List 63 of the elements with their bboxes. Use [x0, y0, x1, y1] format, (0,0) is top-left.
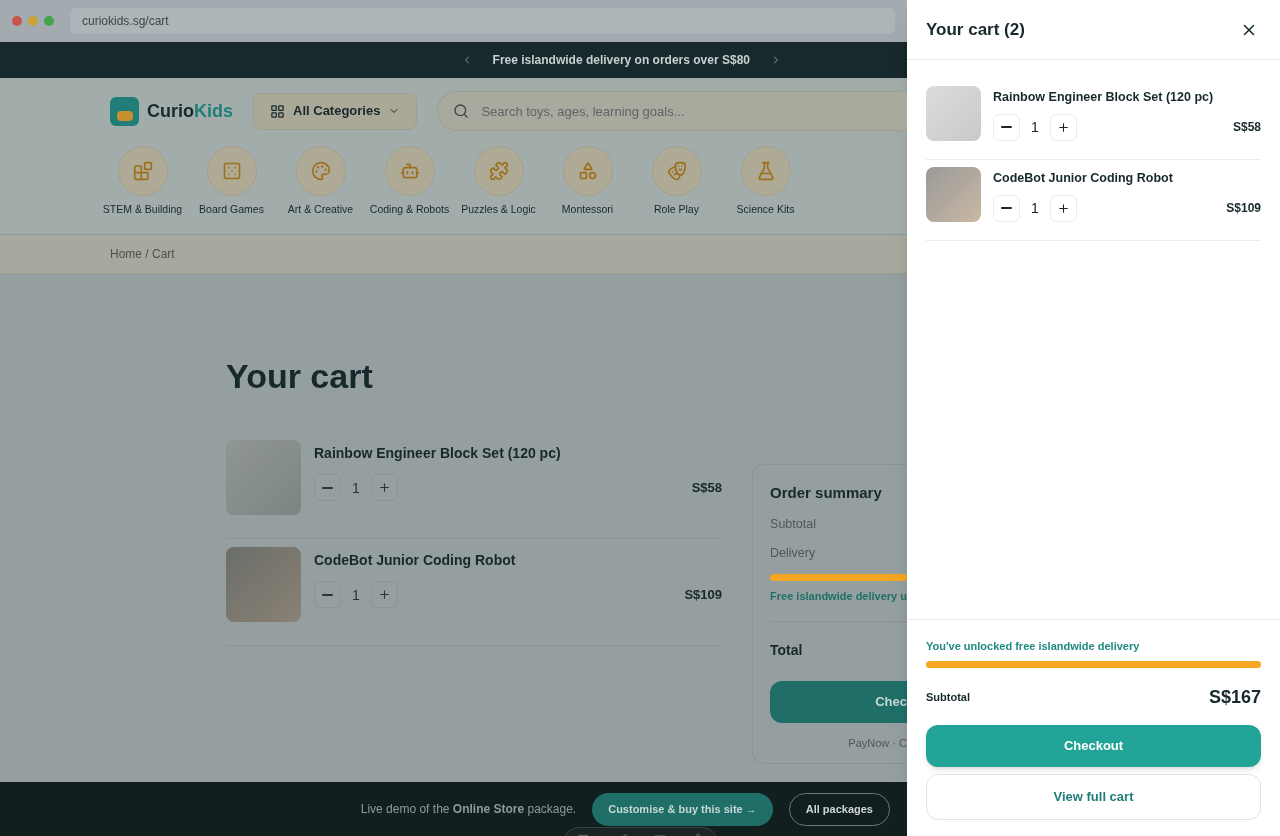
robot-icon — [399, 161, 420, 181]
photo-placeholder — [926, 86, 981, 141]
plus-icon — [378, 588, 391, 601]
search-field[interactable]: Search toys, ages, learning goals... — [437, 91, 907, 131]
search-icon — [453, 103, 470, 119]
logo-icon[interactable] — [110, 96, 139, 126]
quantity-value: 1 — [351, 585, 361, 605]
minus-icon — [1001, 126, 1012, 129]
all-categories-button[interactable]: All Categories — [253, 92, 418, 130]
product-price: S$109 — [684, 585, 723, 604]
product-price: S$58 — [691, 478, 723, 497]
flask-icon — [755, 161, 776, 181]
category-link[interactable]: Montessori — [543, 146, 632, 218]
total-label: Total — [770, 640, 804, 660]
payment-note: PayNow · C — [847, 735, 907, 751]
category-link[interactable]: Role Play — [632, 146, 721, 218]
category-link[interactable]: Science Kits — [721, 146, 810, 218]
category-link[interactable]: Art & Creative — [276, 146, 365, 218]
product-name[interactable]: CodeBot Junior Coding Robot — [993, 169, 1261, 188]
product-name[interactable]: Rainbow Engineer Block Set (120 pc) — [314, 443, 723, 464]
grid-icon — [270, 103, 285, 119]
address-bar[interactable]: curiokids.sg/cart — [70, 8, 895, 34]
product-name[interactable]: CodeBot Junior Coding Robot — [314, 550, 723, 571]
category-link[interactable]: Puzzles & Logic — [454, 146, 543, 218]
category-link[interactable]: Coding & Robots — [365, 146, 454, 218]
summary-label: Delivery — [770, 545, 817, 563]
category-link[interactable]: STEM & Building — [98, 146, 187, 218]
view-full-cart-button[interactable]: View full cart — [926, 774, 1261, 820]
summary-label: Subtotal — [770, 515, 817, 533]
customise-button[interactable]: Customise & buy this site → — [592, 792, 773, 826]
product-name[interactable]: Rainbow Engineer Block Set (120 pc) — [993, 88, 1261, 107]
demo-note: Live demo of the Online Store package. — [360, 801, 577, 817]
increase-button[interactable] — [371, 474, 398, 501]
subtotal-value: S$167 — [1208, 686, 1261, 709]
palette-icon — [310, 161, 331, 181]
minus-icon — [322, 593, 333, 596]
plus-icon — [378, 481, 391, 494]
blocks-icon — [132, 161, 153, 181]
quantity-value: 1 — [1030, 118, 1040, 138]
minus-icon — [322, 486, 333, 489]
subtotal-label: Subtotal — [926, 690, 970, 706]
category-link[interactable]: Board Games — [187, 146, 276, 218]
logo-text[interactable]: CurioKids — [147, 97, 233, 125]
plus-icon — [1057, 201, 1070, 215]
increase-button[interactable] — [371, 581, 398, 608]
breadcrumb: Home / Cart — [110, 246, 175, 262]
masks-icon — [666, 161, 687, 181]
product-price: S$109 — [1226, 200, 1261, 218]
photo-placeholder — [926, 167, 981, 222]
dice-icon — [221, 161, 242, 181]
announcement-text: Free islandwide delivery on orders over S$80 — [492, 52, 750, 68]
shapes-icon — [577, 161, 598, 181]
delivery-unlocked-note: You've unlocked free islandwide delivery — [926, 638, 1141, 654]
summary-title: Order summary — [770, 483, 883, 503]
page-title: Your cart — [226, 356, 374, 397]
quantity-value: 1 — [351, 478, 361, 498]
product-price: S$58 — [1232, 119, 1261, 137]
plus-icon — [1057, 120, 1070, 134]
puzzle-icon — [488, 161, 509, 181]
checkout-button[interactable]: Chec — [770, 680, 907, 723]
quantity-value: 1 — [1030, 199, 1040, 219]
minus-icon — [1001, 207, 1012, 210]
drawer-title: Your cart (2) — [926, 18, 1025, 41]
